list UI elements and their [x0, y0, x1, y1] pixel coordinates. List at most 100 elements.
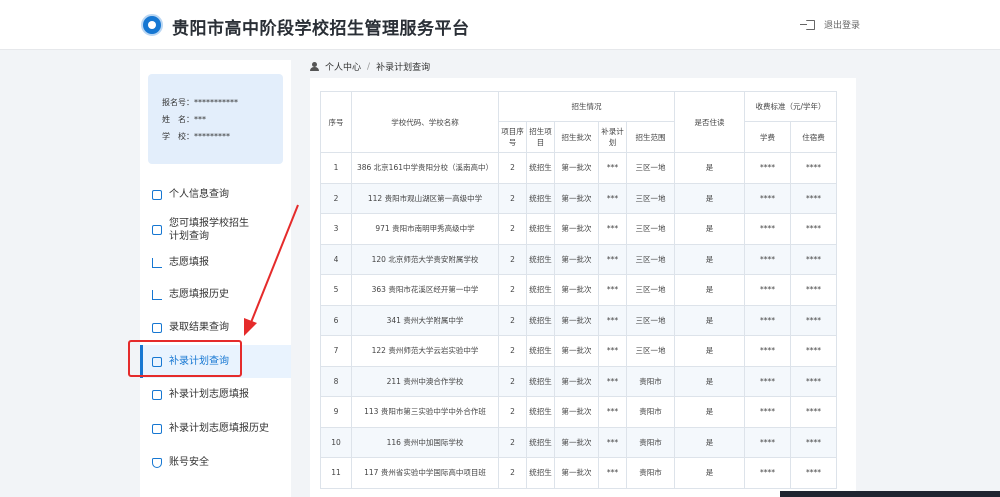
cell-lodging: **** — [790, 335, 837, 367]
cell-seq: 11 — [320, 457, 352, 489]
cell-boarding: 是 — [674, 426, 745, 458]
cell-item: 统招生 — [526, 182, 555, 214]
cell-tuition: **** — [744, 457, 791, 489]
sidebar-item-supplement-apply[interactable]: 补录计划志愿填报 — [140, 378, 291, 411]
search-doc-icon — [152, 225, 162, 235]
cell-school: 117 贵州省实验中学国际高中项目班 — [351, 457, 499, 489]
cell-batch: 第一批次 — [554, 335, 599, 367]
logout-label: 退出登录 — [824, 21, 861, 31]
sidebar: 报名号：*********** 姓 名：*** 学 校：********* 个人… — [140, 60, 291, 497]
cell-boarding: 是 — [674, 457, 745, 489]
cell-seq: 5 — [320, 274, 352, 306]
table-row: 9 113 贵阳市第三实验中学中外合作班 2 统招生 第一批次 *** 贵阳市是 **** **… — [320, 396, 837, 428]
cell-item-seq: 2 — [498, 213, 527, 245]
cell-batch: 第一批次 — [554, 182, 599, 214]
sidebar-item-apply[interactable]: 志愿填报 — [140, 246, 291, 279]
cell-scope: 三区一地 — [626, 304, 675, 336]
table-row: 4 120 北京师范大学贵安附属学校 2 统招生 第一批次 *** 三区一地是 **** ***… — [320, 243, 837, 275]
cell-tuition: **** — [744, 426, 791, 458]
cell-batch: 第一批次 — [554, 274, 599, 306]
th-seq: 序号 — [320, 91, 352, 153]
cell-school: 113 贵阳市第三实验中学中外合作班 — [351, 396, 499, 428]
form-history-icon — [152, 423, 162, 434]
highlight-box — [128, 340, 242, 377]
cell-batch: 第一批次 — [554, 457, 599, 489]
cell-boarding: 是 — [674, 335, 745, 367]
cell-lodging: **** — [790, 152, 837, 184]
shield-icon — [152, 457, 162, 468]
table-row: 1 386 北京161中学贵阳分校（溪南高中） 2 统招生 第一批次 *** 三区一地是 **… — [320, 152, 837, 184]
cell-tuition: **** — [744, 182, 791, 214]
cell-tuition: **** — [744, 243, 791, 275]
cell-boarding: 是 — [674, 152, 745, 184]
cell-boarding: 是 — [674, 182, 745, 214]
cell-batch: 第一批次 — [554, 213, 599, 245]
cell-seq: 6 — [320, 304, 352, 336]
cell-lodging: **** — [790, 182, 837, 214]
cell-scope: 三区一地 — [626, 335, 675, 367]
th-scope: 招生范围 — [626, 121, 675, 153]
cell-item: 统招生 — [526, 304, 555, 336]
cell-tuition: **** — [744, 396, 791, 428]
cell-lodging: **** — [790, 243, 837, 275]
cell-lodging: **** — [790, 213, 837, 245]
cell-tuition: **** — [744, 213, 791, 245]
cell-plan: *** — [598, 243, 627, 275]
breadcrumb-root[interactable]: 个人中心 — [325, 60, 361, 73]
bottom-dark-strip — [780, 491, 1000, 497]
cell-scope: 贵阳市 — [626, 426, 675, 458]
cell-scope: 贵阳市 — [626, 365, 675, 397]
cell-seq: 8 — [320, 365, 352, 397]
th-boarding: 是否住读 — [674, 91, 745, 153]
cell-item-seq: 2 — [498, 365, 527, 397]
table-row: 8 211 贵州中澳合作学校 2 统招生 第一批次 *** 贵阳市是 **** **** — [320, 365, 837, 397]
cell-plan: *** — [598, 213, 627, 245]
result-icon — [152, 322, 162, 333]
cell-batch: 第一批次 — [554, 365, 599, 397]
cell-item: 统招生 — [526, 152, 555, 184]
cell-batch: 第一批次 — [554, 152, 599, 184]
sidebar-item-personal-info[interactable]: 个人信息查询 — [140, 178, 291, 211]
cell-item-seq: 2 — [498, 396, 527, 428]
platform-logo-icon — [141, 14, 163, 36]
sidebar-item-school-plan[interactable]: 您可填报学校招生计划查询 — [140, 211, 291, 249]
cell-seq: 10 — [320, 426, 352, 458]
cell-boarding: 是 — [674, 365, 745, 397]
cell-scope: 三区一地 — [626, 243, 675, 275]
logout-button[interactable]: 退出登录 — [800, 18, 861, 31]
cell-item: 统招生 — [526, 274, 555, 306]
cell-item-seq: 2 — [498, 457, 527, 489]
cell-item-seq: 2 — [498, 304, 527, 336]
cell-plan: *** — [598, 274, 627, 306]
cell-tuition: **** — [744, 365, 791, 397]
top-header: 贵阳市高中阶段学校招生管理服务平台 退出登录 — [0, 0, 1000, 50]
cell-plan: *** — [598, 396, 627, 428]
profile-row-regno: 报名号：*********** — [162, 98, 238, 107]
cell-boarding: 是 — [674, 396, 745, 428]
table-row: 2 112 贵阳市观山湖区第一高级中学 2 统招生 第一批次 *** 三区一地是 **** **… — [320, 182, 837, 214]
cell-plan: *** — [598, 335, 627, 367]
sidebar-item-apply-history[interactable]: 志愿填报历史 — [140, 278, 291, 311]
cell-school: 112 贵阳市观山湖区第一高级中学 — [351, 182, 499, 214]
profile-row-school: 学 校：********* — [162, 132, 230, 141]
cell-seq: 7 — [320, 335, 352, 367]
cell-seq: 9 — [320, 396, 352, 428]
cell-tuition: **** — [744, 274, 791, 306]
form-icon — [152, 389, 162, 400]
plan-table-panel: 序号 学校代码、学校名称 招生情况 是否住读 收费标准（元/学年） 项目序号 招… — [310, 78, 856, 497]
th-plan: 补录计划 — [598, 121, 627, 153]
cell-item-seq: 2 — [498, 243, 527, 275]
cell-seq: 4 — [320, 243, 352, 275]
cell-item-seq: 2 — [498, 274, 527, 306]
sidebar-item-account-security[interactable]: 账号安全 — [140, 446, 291, 479]
table-row: 6 341 贵州大学附属中学 2 统招生 第一批次 *** 三区一地是 **** **** — [320, 304, 837, 336]
cell-scope: 贵阳市 — [626, 396, 675, 428]
th-lodging: 住宿费 — [790, 121, 837, 153]
cell-item: 统招生 — [526, 335, 555, 367]
sidebar-item-supplement-history[interactable]: 补录计划志愿填报历史 — [140, 412, 291, 445]
cell-lodging: **** — [790, 426, 837, 458]
th-tuition: 学费 — [744, 121, 791, 153]
cell-scope: 三区一地 — [626, 274, 675, 306]
th-item: 招生项目 — [526, 121, 555, 153]
edit-icon — [152, 257, 162, 268]
